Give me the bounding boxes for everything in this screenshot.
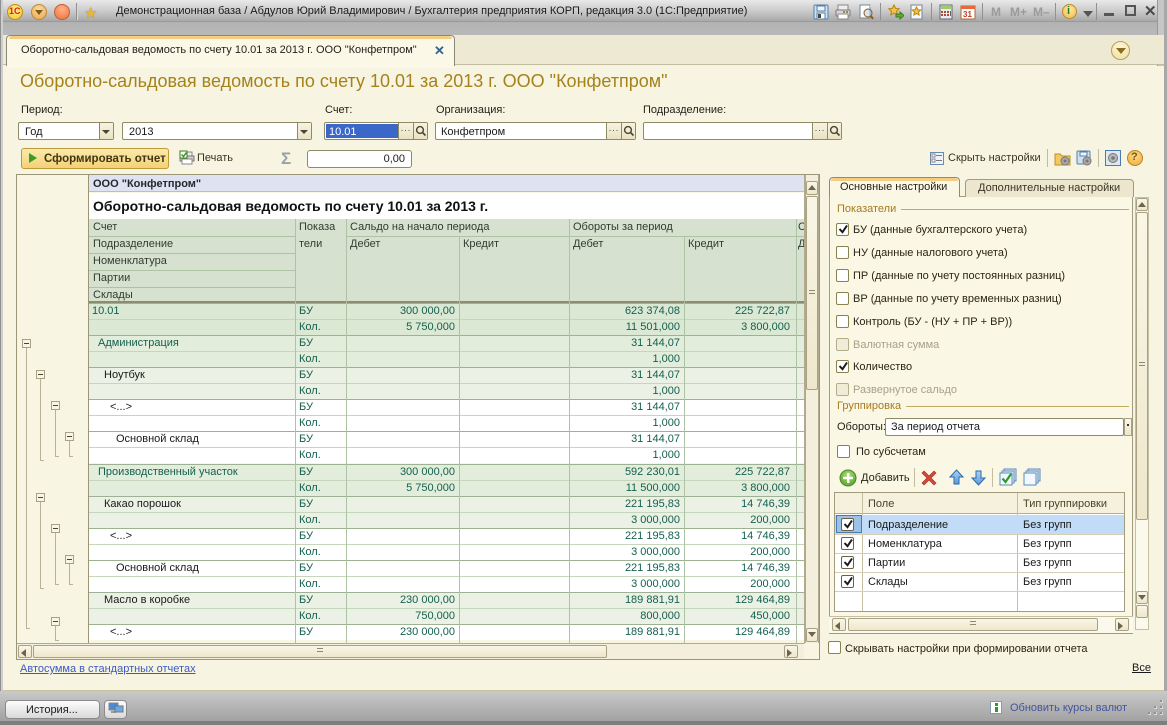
svg-text:31: 31 [963, 10, 972, 19]
